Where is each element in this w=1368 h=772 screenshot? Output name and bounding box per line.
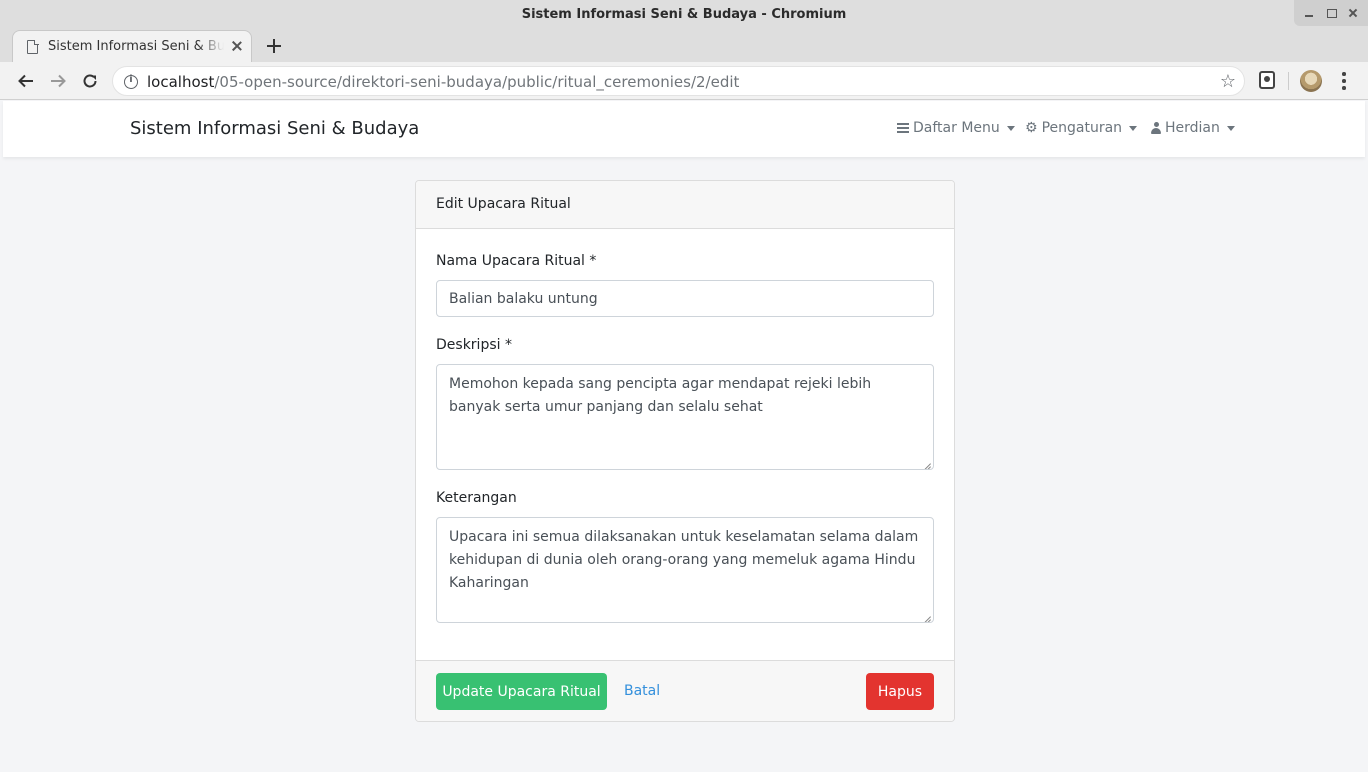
resize-grip-icon[interactable] — [923, 612, 931, 620]
card-title: Edit Upacara Ritual — [436, 196, 571, 212]
window-titlebar: Sistem Informasi Seni & Budaya - Chromiu… — [0, 0, 1368, 30]
navbar-brand[interactable]: Sistem Informasi Seni & Budaya — [130, 118, 419, 139]
browser-tab[interactable]: Sistem Informasi Seni & Budaya — [12, 30, 252, 62]
user-icon — [1151, 122, 1161, 134]
tab-close-icon[interactable] — [230, 39, 244, 53]
site-info-icon[interactable] — [124, 74, 138, 89]
bookmark-star-icon[interactable]: ☆ — [1220, 72, 1236, 90]
nav-dropdown-pengaturan[interactable]: ⚙ Pengaturan — [1025, 120, 1138, 136]
nav-label: Herdian — [1165, 120, 1220, 136]
nav-dropdown-daftar-menu[interactable]: Daftar Menu — [897, 120, 1015, 136]
browser-toolbar: localhost/05-open-source/direktori-seni-… — [0, 62, 1368, 100]
back-icon[interactable] — [16, 71, 36, 91]
bars-icon — [897, 123, 909, 133]
name-label: Nama Upacara Ritual * — [436, 253, 597, 269]
card-footer: Update Upacara Ritual Batal Hapus — [416, 660, 954, 721]
browser-menu-icon[interactable] — [1338, 71, 1350, 91]
edit-ritual-card: Edit Upacara Ritual Nama Upacara Ritual … — [415, 180, 955, 722]
caret-down-icon — [1226, 125, 1235, 131]
resize-grip-icon[interactable] — [923, 459, 931, 467]
notes-text: Upacara ini semua dilaksanakan untuk kes… — [449, 529, 919, 591]
description-text: Memohon kepada sang pencipta agar mendap… — [449, 376, 872, 415]
nav-label: Daftar Menu — [913, 120, 1000, 136]
notes-label: Keterangan — [436, 490, 517, 506]
toolbar-divider — [1288, 72, 1289, 90]
description-label: Deskripsi * — [436, 337, 512, 353]
description-textarea[interactable]: Memohon kepada sang pencipta agar mendap… — [436, 364, 934, 470]
caret-down-icon — [1129, 125, 1138, 131]
nav-label: Pengaturan — [1041, 120, 1123, 136]
url-host: localhost — [147, 73, 215, 91]
address-bar[interactable]: localhost/05-open-source/direktori-seni-… — [112, 66, 1245, 96]
maximize-icon[interactable] — [1323, 5, 1339, 21]
url-text: localhost/05-open-source/direktori-seni-… — [147, 73, 739, 91]
new-tab-icon[interactable] — [264, 36, 284, 56]
card-header: Edit Upacara Ritual — [416, 181, 954, 229]
tab-title: Sistem Informasi Seni & Budaya — [48, 39, 224, 54]
url-path: /05-open-source/direktori-seni-budaya/pu… — [214, 73, 740, 91]
forward-icon[interactable] — [48, 71, 68, 91]
window-controls — [1294, 0, 1368, 26]
notes-textarea[interactable]: Upacara ini semua dilaksanakan untuk kes… — [436, 517, 934, 623]
cogs-icon: ⚙ — [1025, 120, 1038, 136]
delete-button[interactable]: Hapus — [866, 673, 934, 710]
window-close-icon[interactable] — [1345, 5, 1361, 21]
reload-icon[interactable] — [80, 71, 100, 91]
window-title: Sistem Informasi Seni & Budaya - Chromiu… — [521, 7, 847, 22]
extension-icon[interactable] — [1259, 71, 1275, 89]
tab-strip: Sistem Informasi Seni & Budaya — [0, 30, 1368, 62]
profile-avatar[interactable] — [1300, 70, 1322, 92]
nav-dropdown-user[interactable]: Herdian — [1151, 120, 1235, 136]
caret-down-icon — [1006, 125, 1015, 131]
name-input[interactable]: Balian balaku untung — [436, 280, 934, 317]
minimize-icon[interactable] — [1301, 5, 1317, 21]
page-icon — [27, 39, 39, 54]
cancel-link[interactable]: Batal — [624, 683, 660, 699]
update-button[interactable]: Update Upacara Ritual — [436, 673, 607, 710]
app-navbar: Sistem Informasi Seni & Budaya Daftar Me… — [3, 101, 1365, 157]
